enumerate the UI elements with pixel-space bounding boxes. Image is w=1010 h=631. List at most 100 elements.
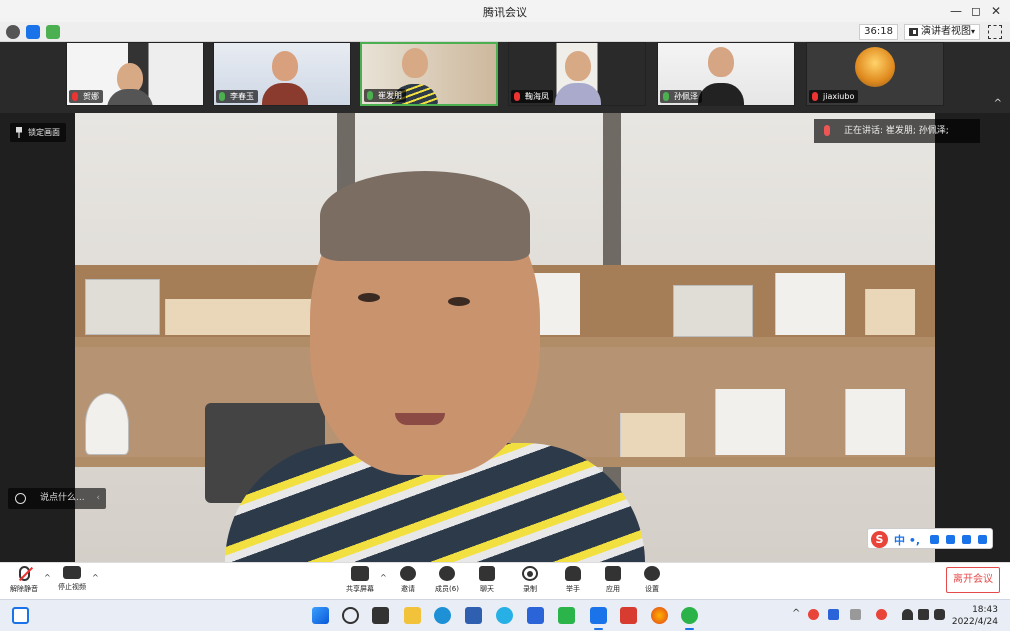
battery-icon[interactable] [934,609,945,620]
unmute-button[interactable]: 解除静音 [2,566,46,594]
participant-label: 崔发朋 [364,89,406,102]
book-row [715,389,785,455]
stop-video-button[interactable]: 停止视频 [50,566,94,592]
users-icon [439,566,455,581]
widgets-icon[interactable] [12,607,29,624]
emoji-icon[interactable] [15,493,26,504]
mic-tray-icon[interactable] [828,609,839,620]
invite-button[interactable]: 邀请 [386,566,430,594]
window-title: 腾讯会议 [483,6,527,19]
participant-name: 鞠海凤 [525,92,549,101]
security-icon[interactable] [527,607,544,624]
main-stage: 锁定画面 正在讲话: 崔发朋; 孙佩泽; 说点什么... ‹ S 中 •, [0,113,1010,562]
members-button[interactable]: 成员(6) [425,566,469,594]
view-mode-dropdown[interactable]: 演讲者视图 ▾ [904,24,980,40]
share-screen-label: 共享屏幕 [346,585,374,593]
task-view-icon[interactable] [372,607,389,624]
clock-date: 2022/4/24 [951,617,998,627]
participant-face [565,51,591,81]
settings-button[interactable]: 设置 [630,566,674,594]
mic-icon [367,91,373,100]
skin-icon[interactable] [962,535,971,544]
close-button[interactable]: ✕ [986,2,1006,20]
share-screen-button[interactable]: 共享屏幕 [338,566,382,594]
file-explorer-icon[interactable] [404,607,421,624]
fullscreen-icon[interactable] [988,25,1002,39]
mic-icon [824,125,830,136]
participant-tile[interactable]: 鞠海凤 [508,42,646,106]
sogou-logo-icon: S [871,531,888,548]
participant-label: 贺娜 [69,90,103,103]
edge-icon[interactable] [434,607,451,624]
shield-icon[interactable] [26,25,40,39]
voice-icon[interactable] [930,535,939,544]
wechat-work-icon[interactable] [558,607,575,624]
invite-label: 邀请 [401,585,415,593]
minimize-button[interactable]: — [946,2,966,20]
raise-hand-button[interactable]: 举手 [551,566,595,594]
tray-caret[interactable]: ^ [792,608,800,619]
raise-hand-label: 举手 [566,585,580,593]
meeting-window: 腾讯会议 — ◻ ✕ 36:18 演讲者视图 ▾ 贺娜 李春玉 崔发朋 鞠海凤 … [0,0,1010,631]
ime-tray-icon[interactable] [850,609,861,620]
participant-tile[interactable]: 李春玉 [213,42,351,106]
quick-chat-input[interactable]: 说点什么... ‹ [8,488,106,509]
participant-name: 贺娜 [83,92,99,101]
record-button[interactable]: 录制 [508,566,552,594]
volume-icon[interactable] [918,609,929,620]
maximize-button[interactable]: ◻ [966,2,986,20]
participant-tile[interactable]: 孙佩泽 [657,42,795,106]
mic-icon [219,92,225,101]
ie-icon[interactable] [496,607,513,624]
start-icon[interactable] [312,607,329,624]
storage-box [85,279,160,335]
collapse-strip-icon[interactable]: ^ [994,98,1002,109]
windows-taskbar: ^ 18:43 2022/4/24 [0,599,1010,631]
sogou-tray-icon[interactable] [876,609,887,620]
signal-icon[interactable] [46,25,60,39]
participant-tile[interactable]: 贺娜 [66,42,204,106]
chevron-left-icon[interactable]: ‹ [96,488,100,509]
keyboard-icon[interactable] [946,535,955,544]
video-options-caret[interactable]: ^ [92,573,99,582]
record-icon [522,566,538,581]
speaker-mouth [395,413,445,425]
toolbox-icon[interactable] [978,535,987,544]
participant-label: jiaxiubo [809,90,859,103]
apps-label: 应用 [606,585,620,593]
ime-language[interactable]: 中 •, [894,532,920,548]
wechat-icon[interactable] [681,607,698,630]
meeting-timer: 36:18 [859,24,898,40]
share-screen-icon [351,566,369,581]
firefox-icon[interactable] [651,607,668,624]
wifi-icon[interactable] [902,609,913,620]
search-icon[interactable] [342,607,359,624]
participant-name: jiaxiubo [823,92,855,101]
speaker-video [75,113,935,562]
info-icon[interactable] [6,25,20,39]
participant-tile-active[interactable]: 崔发朋 [360,42,498,106]
chat-button[interactable]: 聊天 [465,566,509,594]
mic-icon [663,92,669,101]
layout-icon [909,28,918,36]
wps-icon[interactable] [620,607,637,624]
add-user-icon [400,566,416,581]
apps-button[interactable]: 应用 [591,566,635,594]
tencent-meeting-icon[interactable] [590,607,607,630]
participant-name: 孙佩泽 [674,92,698,101]
mic-muted-icon [514,92,520,101]
pin-icon [16,127,22,138]
speaking-indicator: 正在讲话: 崔发朋; 孙佩泽; [814,119,980,143]
view-mode-label: 演讲者视图 [921,26,971,37]
storage-box [673,285,753,337]
lock-view-button[interactable]: 锁定画面 [10,123,66,142]
leave-meeting-button[interactable]: 离开会议 [946,567,1000,593]
record-label: 录制 [523,585,537,593]
ime-toolbar[interactable]: S 中 •, [867,528,993,549]
system-clock[interactable]: 18:43 2022/4/24 [952,604,998,628]
book-row [845,389,905,455]
store-icon[interactable] [465,607,482,624]
participant-tile[interactable]: jiaxiubo [806,42,944,106]
tray-app-icon[interactable] [808,609,819,620]
participant-strip: 贺娜 李春玉 崔发朋 鞠海凤 孙佩泽 jiaxiubo ^ [0,42,1010,113]
